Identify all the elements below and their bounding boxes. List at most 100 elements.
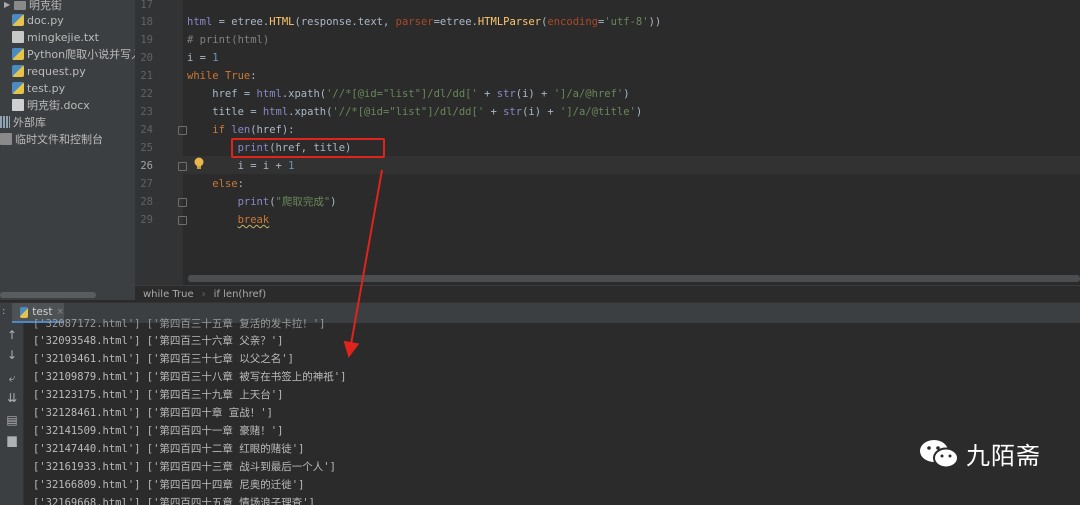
line-number: 28 xyxy=(140,196,153,208)
code-line-22: href = html.xpath('//*[@id="list"]/dl/dd… xyxy=(187,85,630,103)
tree-item-test-py[interactable]: test.py xyxy=(12,79,65,97)
tree-item-external-libraries[interactable]: 外部库 xyxy=(0,113,46,131)
code-token: i = i + xyxy=(187,160,289,172)
console-line: ['32166809.html'] ['第四百四十四章 尼奥的迁徙'] xyxy=(33,479,305,491)
tree-item-label: 明克街.docx xyxy=(27,99,90,112)
code-token: html xyxy=(187,16,213,28)
current-line-highlight xyxy=(183,156,1080,174)
console-line: ['32141509.html'] ['第四百四十一章 豪赌！'] xyxy=(33,425,284,437)
line-number: 24 xyxy=(140,124,153,136)
code-line-29: break xyxy=(187,211,270,229)
folder-icon xyxy=(14,1,26,10)
code-token: : xyxy=(250,70,257,82)
fold-marker-icon[interactable] xyxy=(178,198,187,207)
code-token: parser xyxy=(395,16,434,28)
tree-item-label: doc.py xyxy=(27,13,64,27)
code-line-21: while True: xyxy=(187,67,257,85)
tree-item-label: 外部库 xyxy=(13,116,46,129)
python-file-icon xyxy=(12,82,24,94)
code-token: ) xyxy=(635,106,643,118)
code-token: ) xyxy=(623,88,630,100)
code-line-24: if len(href): xyxy=(187,121,295,139)
code-token: href = xyxy=(187,88,257,100)
horizontal-scrollbar[interactable] xyxy=(0,292,96,298)
fold-marker-icon[interactable] xyxy=(178,126,187,135)
editor-horizontal-scrollbar[interactable] xyxy=(188,275,1080,282)
trash-icon[interactable]: ▆ xyxy=(5,433,19,447)
code-token: '//*[@id="list"]/dl/dd[' xyxy=(326,88,478,100)
code-token: '//*[@id="list"]/dl/dd[' xyxy=(332,106,485,118)
console-line: ['32147440.html'] ['第四百四十二章 红眼的赌徒'] xyxy=(33,443,305,455)
tree-item-docx[interactable]: 明克街.docx xyxy=(12,96,90,114)
docx-file-icon xyxy=(12,99,24,111)
tree-item-doc-py[interactable]: doc.py xyxy=(12,11,64,29)
line-number: 27 xyxy=(140,178,153,190)
tree-item-label: Python爬取小说并写入w xyxy=(27,48,135,61)
code-token: ']/a/@href' xyxy=(553,88,624,100)
code-line-20: i = 1 xyxy=(187,49,219,67)
line-number: 29 xyxy=(140,214,153,226)
python-file-icon xyxy=(12,65,24,77)
code-token: =etree. xyxy=(433,16,478,28)
console-line: ['32109879.html'] ['第四百三十八章 被写在书签上的神祇'] xyxy=(33,371,347,383)
watermark: 九陌斋 xyxy=(918,436,1041,471)
run-toolbar: ↑ ↓ ⤶ ⇊ ▤ ▆ xyxy=(0,323,24,505)
console-icon xyxy=(0,133,12,145)
tree-item-scratches[interactable]: 临时文件和控制台 xyxy=(0,130,103,148)
code-token: (i) + xyxy=(522,106,561,118)
console-line: ['32123175.html'] ['第四百三十九章 上天台'] xyxy=(33,389,284,401)
code-token: ) xyxy=(330,196,337,208)
down-arrow-icon[interactable]: ↓ xyxy=(5,348,19,362)
code-token: "爬取完成" xyxy=(275,196,331,208)
code-token: 1 xyxy=(212,52,219,64)
wechat-logo-icon xyxy=(920,439,959,468)
tree-item-python-novel[interactable]: Python爬取小说并写入w xyxy=(12,45,135,63)
soft-wrap-icon[interactable]: ⤶ xyxy=(5,371,19,385)
code-token: .xpath( xyxy=(281,88,327,100)
code-token: html xyxy=(262,106,289,118)
fold-marker-icon[interactable] xyxy=(178,162,187,171)
line-number: 22 xyxy=(140,88,153,100)
line-number: 17 xyxy=(140,0,153,11)
code-token: str xyxy=(496,88,516,100)
python-file-icon xyxy=(20,306,29,318)
breadcrumb-item[interactable]: if len(href) xyxy=(206,289,274,300)
code-line-19: # print(html) xyxy=(187,34,270,46)
code-line-27: else: xyxy=(187,175,244,193)
code-line-18: html = etree.HTML(response.text, parser=… xyxy=(187,13,661,31)
code-token: (href): xyxy=(250,124,295,136)
scroll-to-end-icon[interactable]: ⇊ xyxy=(5,391,19,405)
code-token: encoding xyxy=(547,16,598,28)
code-line-28: print("爬取完成") xyxy=(187,193,337,211)
console-line: ['32128461.html'] ['第四百四十章 宣战！'] xyxy=(33,407,273,419)
code-token: break xyxy=(237,214,270,226)
tree-item-label: test.py xyxy=(27,81,66,95)
code-token: = etree. xyxy=(212,16,270,28)
collapse-arrow-icon[interactable]: ▶ xyxy=(4,0,12,11)
tree-item-request-py[interactable]: request.py xyxy=(12,62,86,80)
watermark-text: 九陌斋 xyxy=(966,442,1041,470)
console-line: ['32103461.html'] ['第四百三十七章 以父之名'] xyxy=(33,353,294,365)
line-number: 23 xyxy=(140,106,153,118)
breadcrumb-item[interactable]: while True xyxy=(135,289,202,300)
up-arrow-icon[interactable]: ↑ xyxy=(5,328,19,342)
tree-item-label: 临时文件和控制台 xyxy=(15,133,103,146)
code-token: (i) + xyxy=(515,88,554,100)
line-number: 25 xyxy=(140,142,153,154)
fold-marker-icon[interactable] xyxy=(178,216,187,225)
code-token: html xyxy=(256,88,282,100)
code-token: 'utf-8' xyxy=(604,16,649,28)
code-token: + xyxy=(477,88,497,100)
code-token: i = xyxy=(187,52,213,64)
library-icon xyxy=(0,116,10,128)
print-icon[interactable]: ▤ xyxy=(5,413,19,427)
tree-item-mingkejie-txt[interactable]: mingkejie.txt xyxy=(12,28,99,46)
line-number: 20 xyxy=(140,52,153,64)
code-token: else xyxy=(212,178,238,190)
code-token: + xyxy=(484,106,504,118)
python-file-icon xyxy=(12,48,24,60)
